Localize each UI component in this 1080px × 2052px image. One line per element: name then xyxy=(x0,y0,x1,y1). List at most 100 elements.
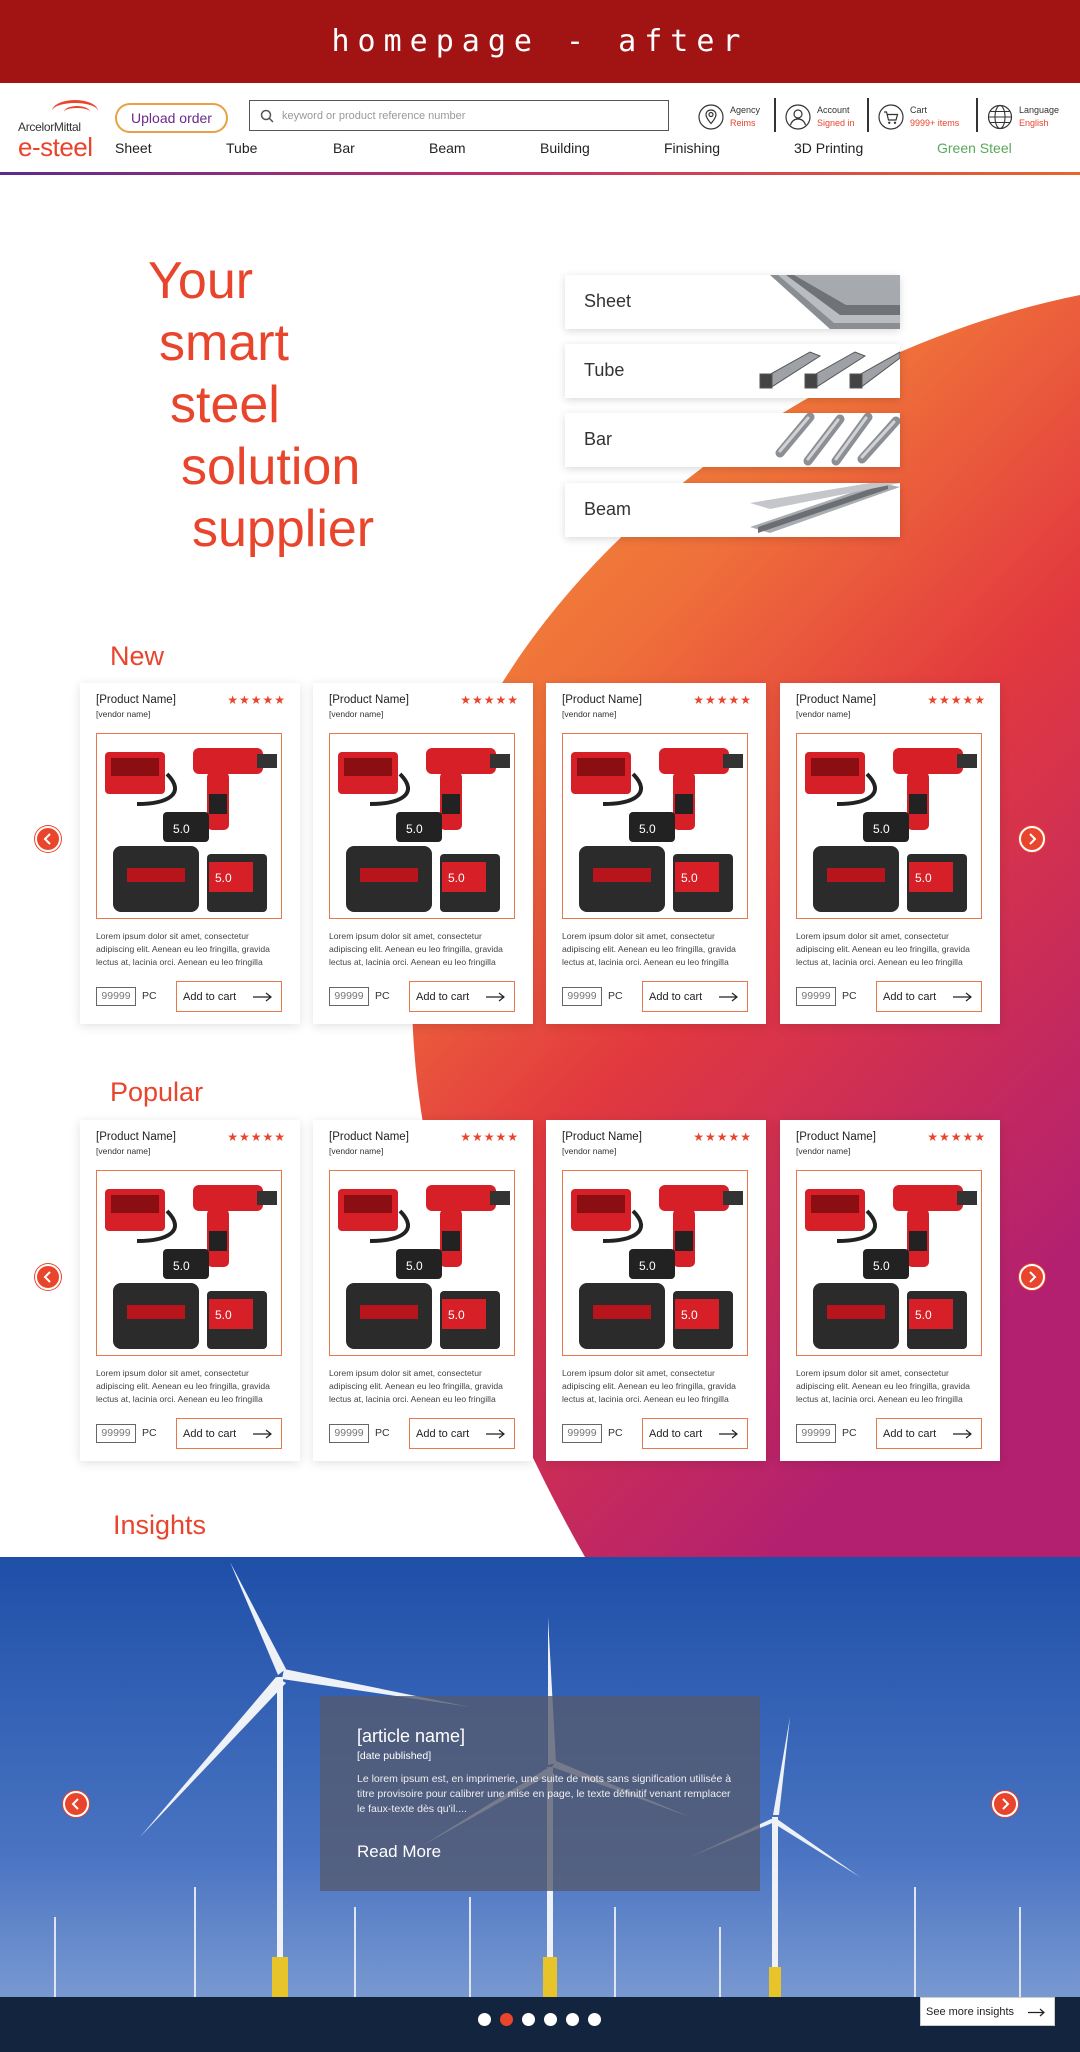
vendor-name[interactable]: [vendor name] xyxy=(96,709,150,719)
add-to-cart-button[interactable]: Add to cart xyxy=(409,1418,515,1449)
product-image[interactable]: 5.0 5.0 xyxy=(329,1170,515,1356)
product-name[interactable]: [Product Name] xyxy=(96,694,176,706)
category-card-tube[interactable]: Tube xyxy=(565,344,900,398)
section-title-popular: Popular xyxy=(110,1077,204,1107)
add-to-cart-button[interactable]: Add to cart xyxy=(176,981,282,1012)
search-input[interactable] xyxy=(282,109,662,122)
quantity-input[interactable]: 99999 xyxy=(329,987,369,1006)
arcelormittal-logo[interactable]: ArcelorMittal e-steel xyxy=(18,98,98,162)
vendor-name[interactable]: [vendor name] xyxy=(796,1146,850,1156)
product-name[interactable]: [Product Name] xyxy=(796,1131,876,1143)
product-card[interactable]: [Product Name] [vendor name] ★★★★★ 5.0 5.0 Lo… xyxy=(80,683,300,1024)
carousel-dot[interactable] xyxy=(588,2013,601,2026)
product-name[interactable]: [Product Name] xyxy=(562,1131,642,1143)
product-card[interactable]: [Product Name] [vendor name] ★★★★★ 5.0 5.0 Lo… xyxy=(780,683,1000,1024)
add-to-cart-button[interactable]: Add to cart xyxy=(876,981,982,1012)
carousel-dot-active[interactable] xyxy=(500,2013,513,2026)
quantity-input[interactable]: 99999 xyxy=(562,1424,602,1443)
vendor-name[interactable]: [vendor name] xyxy=(96,1146,150,1156)
product-image[interactable]: 5.0 5.0 xyxy=(562,1170,748,1356)
upload-order-button[interactable]: Upload order xyxy=(115,103,228,133)
product-image[interactable]: 5.0 5.0 xyxy=(562,733,748,919)
product-image[interactable]: 5.0 5.0 xyxy=(329,733,515,919)
carousel-dot[interactable] xyxy=(522,2013,535,2026)
read-more-link[interactable]: Read More xyxy=(357,1842,441,1862)
drill-kit-image: 5.0 5.0 xyxy=(571,748,743,912)
quantity-unit: PC xyxy=(142,1427,157,1439)
chevron-left-icon xyxy=(43,1271,51,1283)
quantity-input[interactable]: 99999 xyxy=(96,987,136,1006)
category-card-beam[interactable]: Beam xyxy=(565,483,900,537)
product-card[interactable]: [Product Name] [vendor name] ★★★★★ 5.0 5.0 Lo… xyxy=(546,1120,766,1461)
quantity-input[interactable]: 99999 xyxy=(796,987,836,1006)
category-label: Beam xyxy=(584,499,632,519)
vendor-name[interactable]: [vendor name] xyxy=(562,1146,616,1156)
add-to-cart-button[interactable]: Add to cart xyxy=(176,1418,282,1449)
product-image[interactable]: 5.0 5.0 xyxy=(96,733,282,919)
vendor-name[interactable]: [vendor name] xyxy=(562,709,616,719)
vendor-name[interactable]: [vendor name] xyxy=(329,1146,383,1156)
logo-arc-inner-icon xyxy=(64,106,90,118)
add-to-cart-button[interactable]: Add to cart xyxy=(642,981,748,1012)
carousel-next-button[interactable] xyxy=(1019,826,1045,852)
product-image[interactable]: 5.0 5.0 xyxy=(96,1170,282,1356)
add-to-cart-button[interactable]: Add to cart xyxy=(876,1418,982,1449)
product-image[interactable]: 5.0 5.0 xyxy=(796,1170,982,1356)
quantity-input[interactable]: 99999 xyxy=(96,1424,136,1443)
insights-prev-button[interactable] xyxy=(63,1791,89,1817)
star-rating: ★★★★★ xyxy=(460,1130,519,1144)
nav-item-finishing[interactable]: Finishing xyxy=(664,140,720,156)
drill-kit-image: 5.0 5.0 xyxy=(805,748,977,912)
arrow-right-icon xyxy=(1028,2008,1045,2017)
product-name[interactable]: [Product Name] xyxy=(329,694,409,706)
category-card-bar[interactable]: Bar xyxy=(565,413,900,467)
cart-button[interactable]: Cart 9999+ items xyxy=(878,100,959,134)
search-bar[interactable] xyxy=(249,100,669,131)
vendor-name[interactable]: [vendor name] xyxy=(329,709,383,719)
chevron-left-icon xyxy=(43,833,51,845)
quantity-input[interactable]: 99999 xyxy=(329,1424,369,1443)
carousel-prev-button[interactable] xyxy=(35,826,61,852)
product-name[interactable]: [Product Name] xyxy=(329,1131,409,1143)
language-value: English xyxy=(1019,118,1049,128)
product-card[interactable]: [Product Name] [vendor name] ★★★★★ 5.0 5.0 Lo… xyxy=(313,683,533,1024)
carousel-dot[interactable] xyxy=(566,2013,579,2026)
add-to-cart-button[interactable]: Add to cart xyxy=(642,1418,748,1449)
svg-text:5.0: 5.0 xyxy=(173,1259,190,1273)
nav-item-building[interactable]: Building xyxy=(540,140,590,156)
quantity-input[interactable]: 99999 xyxy=(796,1424,836,1443)
carousel-dot[interactable] xyxy=(544,2013,557,2026)
nav-item-green-steel[interactable]: Green Steel xyxy=(937,140,1012,156)
carousel-prev-button[interactable] xyxy=(35,1264,61,1290)
insights-next-button[interactable] xyxy=(992,1791,1018,1817)
star-rating: ★★★★★ xyxy=(693,1130,752,1144)
category-card-sheet[interactable]: Sheet xyxy=(565,275,900,329)
product-name[interactable]: [Product Name] xyxy=(562,694,642,706)
nav-item-3d-printing[interactable]: 3D Printing xyxy=(794,140,863,156)
product-image[interactable]: 5.0 5.0 xyxy=(796,733,982,919)
quantity-input[interactable]: 99999 xyxy=(562,987,602,1006)
product-card[interactable]: [Product Name] [vendor name] ★★★★★ 5.0 5.0 Lo… xyxy=(313,1120,533,1461)
nav-item-bar[interactable]: Bar xyxy=(333,140,355,156)
language-selector[interactable]: Language English xyxy=(987,100,1059,134)
product-card[interactable]: [Product Name] [vendor name] ★★★★★ 5.0 5.0 Lo… xyxy=(546,683,766,1024)
product-card[interactable]: [Product Name] [vendor name] ★★★★★ 5.0 5.0 Lo… xyxy=(80,1120,300,1461)
see-more-insights-button[interactable]: See more insights xyxy=(920,1997,1055,2026)
svg-text:5.0: 5.0 xyxy=(448,871,465,885)
carousel-next-button[interactable] xyxy=(1019,1264,1045,1290)
arrow-right-icon xyxy=(953,992,972,1002)
add-to-cart-label: Add to cart xyxy=(649,1427,703,1440)
add-to-cart-button[interactable]: Add to cart xyxy=(409,981,515,1012)
add-to-cart-label: Add to cart xyxy=(883,1427,937,1440)
nav-item-tube[interactable]: Tube xyxy=(226,140,257,156)
product-name[interactable]: [Product Name] xyxy=(96,1131,176,1143)
account-menu[interactable]: Account Signed in xyxy=(785,100,855,134)
svg-text:5.0: 5.0 xyxy=(915,871,932,885)
carousel-dot[interactable] xyxy=(478,2013,491,2026)
product-name[interactable]: [Product Name] xyxy=(796,694,876,706)
nav-item-sheet[interactable]: Sheet xyxy=(115,140,152,156)
nav-item-beam[interactable]: Beam xyxy=(429,140,466,156)
vendor-name[interactable]: [vendor name] xyxy=(796,709,850,719)
agency-selector[interactable]: Agency Reims xyxy=(698,100,760,134)
product-card[interactable]: [Product Name] [vendor name] ★★★★★ 5.0 5.0 Lo… xyxy=(780,1120,1000,1461)
